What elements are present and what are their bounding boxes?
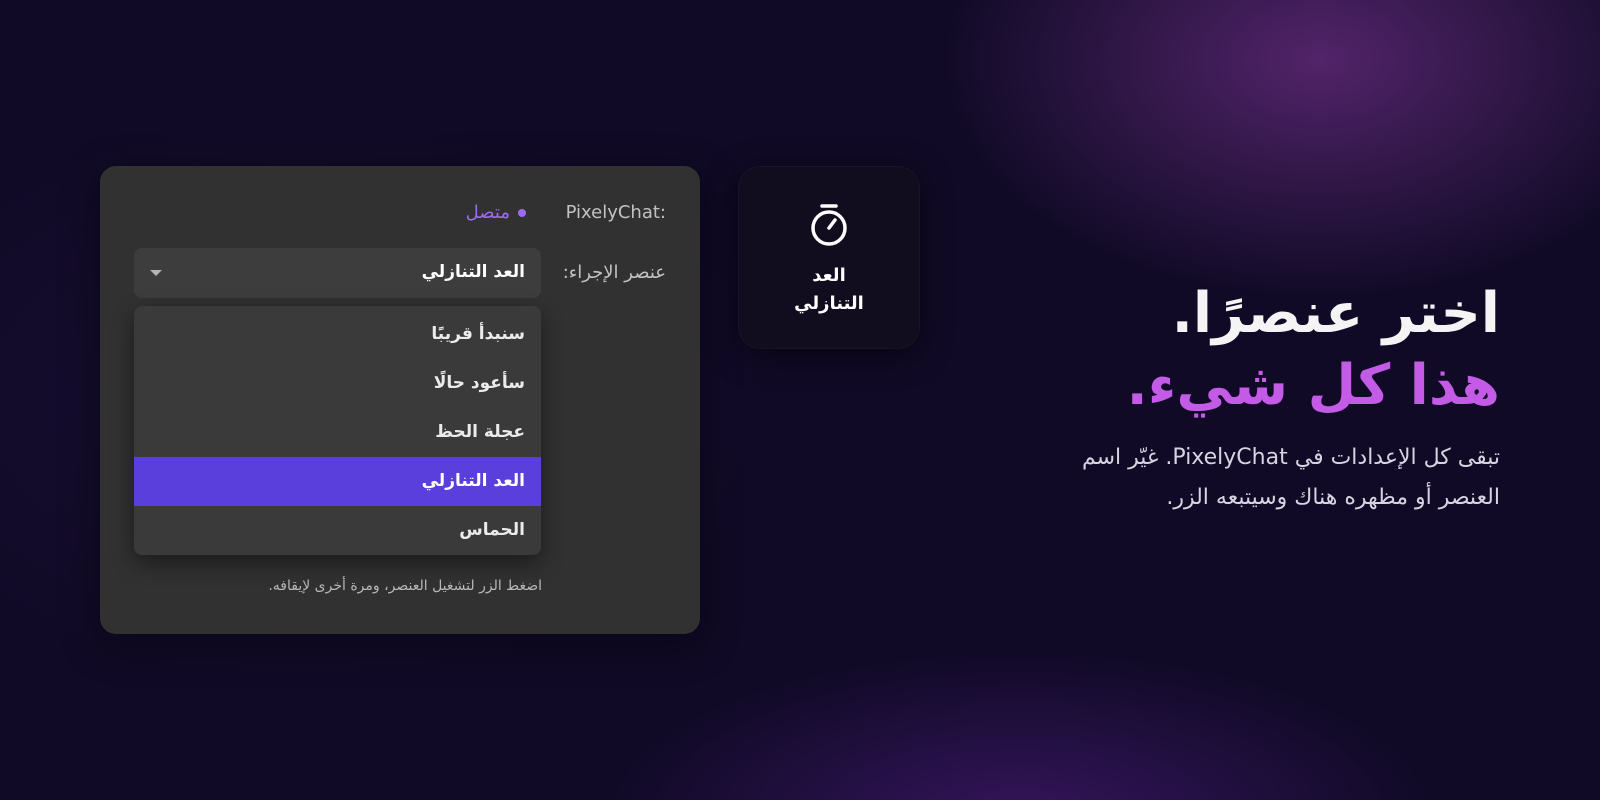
menu-item-be-right-back[interactable]: سأعود حالًا [134, 359, 541, 408]
chevron-down-icon [150, 270, 162, 276]
headline: اختر عنصرًا. [1171, 281, 1500, 346]
menu-item-hype[interactable]: الحماس [134, 506, 541, 555]
stream-deck-tile[interactable]: العد التنازلي [738, 166, 920, 349]
settings-panel: PixelyChat: متصل عنصر الإجراء: العد التن… [100, 166, 700, 634]
status-text: متصل [465, 202, 510, 223]
menu-item-wheel-of-fortune[interactable]: عجلة الحظ [134, 408, 541, 457]
action-item-dropdown-menu: سنبدأ قريبًا سأعود حالًا عجلة الحظ العد … [134, 306, 541, 555]
action-item-select[interactable]: العد التنازلي [134, 248, 541, 298]
stopwatch-icon [811, 204, 847, 246]
hint-text: اضغط الزر لتشغيل العنصر، ومرة أخرى لإيقا… [268, 578, 542, 594]
tile-label-line-1: العد [812, 265, 846, 286]
menu-item-starting-soon[interactable]: سنبدأ قريبًا [134, 310, 541, 359]
menu-item-countdown[interactable]: العد التنازلي [134, 457, 541, 506]
tile-label-line-2: التنازلي [794, 293, 864, 314]
tile-label: العد التنازلي [748, 262, 910, 318]
action-item-label: عنصر الإجراء: [562, 262, 666, 283]
app-label: PixelyChat: [565, 202, 666, 223]
connection-status: متصل [466, 202, 526, 223]
select-value: العد التنازلي [421, 262, 525, 282]
description: تبقى كل الإعدادات في PixelyChat. غيّر اس… [1081, 445, 1500, 510]
status-dot-icon [518, 208, 526, 217]
subheadline: هذا كل شيء. [1126, 353, 1500, 418]
